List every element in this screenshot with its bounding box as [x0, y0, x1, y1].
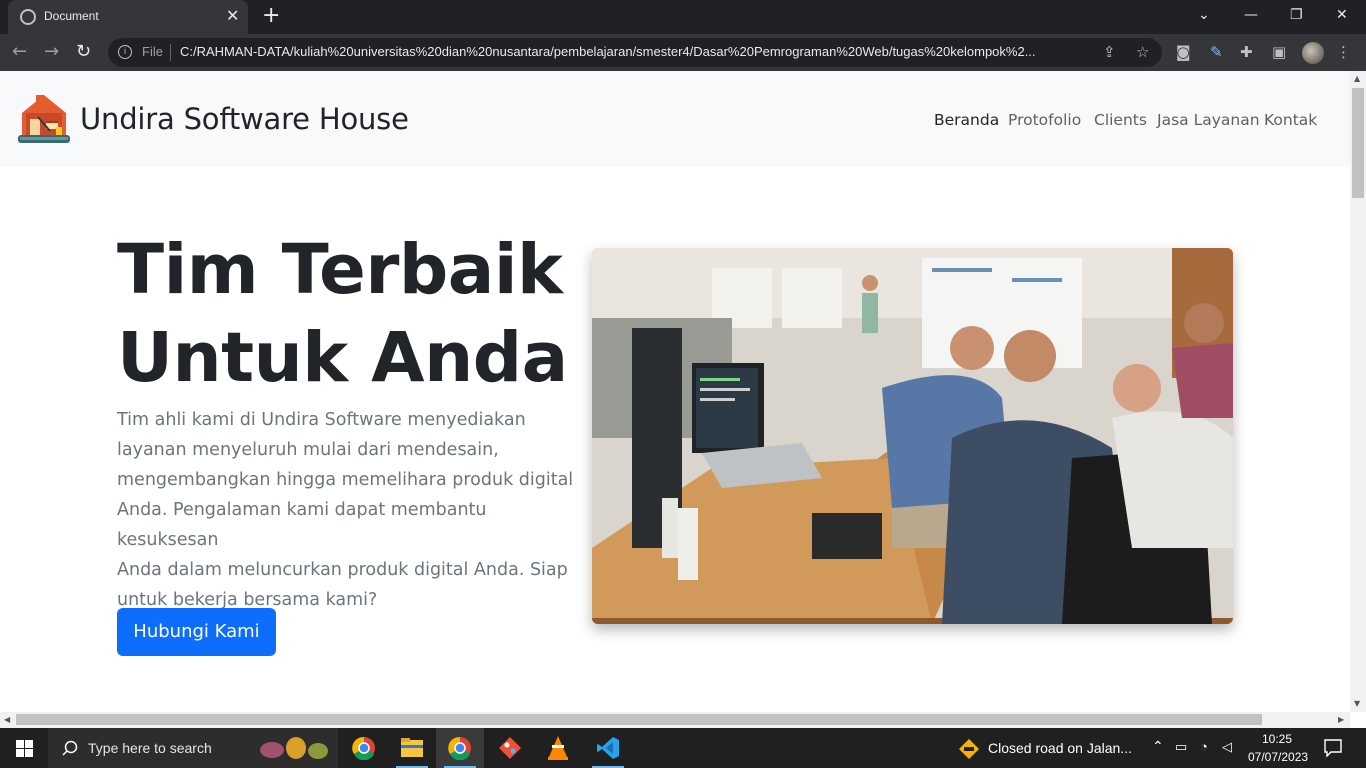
hero-text-line: Anda dalam meluncurkan produk digital An… — [117, 560, 568, 580]
nav-link-jasa-layanan[interactable]: Jasa Layanan — [1157, 111, 1260, 129]
volume-icon[interactable]: ◁ — [1222, 739, 1232, 755]
new-tab-button[interactable]: + — [262, 5, 280, 27]
tab-search-icon[interactable]: ⌄ — [1198, 6, 1210, 24]
scroll-right-icon[interactable]: ▶ — [1338, 715, 1344, 725]
camera-icon[interactable]: ◙ — [1176, 43, 1191, 61]
tab-title: Document — [44, 9, 99, 23]
search-highlight-icon — [260, 737, 328, 759]
search-icon — [62, 740, 78, 756]
avatar[interactable] — [1302, 42, 1324, 64]
vscode-icon — [597, 737, 619, 759]
taskbar-git[interactable] — [486, 728, 534, 768]
windows-taskbar: Type here to search Closed road on Jalan… — [0, 728, 1366, 768]
site-navbar: Undira Software House Beranda Protofolio… — [0, 71, 1350, 167]
star-icon[interactable]: ☆ — [1136, 43, 1149, 61]
reload-icon[interactable]: ↻ — [76, 42, 91, 62]
chrome-icon — [352, 736, 375, 760]
address-bar[interactable]: i File C:/RAHMAN-DATA/kuliah%20universit… — [108, 38, 1162, 67]
globe-icon — [20, 9, 36, 25]
search-placeholder: Type here to search — [88, 740, 212, 756]
folder-icon — [401, 738, 423, 757]
sidepanel-icon[interactable]: ▣ — [1272, 43, 1286, 61]
hero-text-line: Anda. Pengalaman kami dapat membantu kes… — [117, 500, 487, 550]
scroll-up-icon[interactable]: ▲ — [1354, 74, 1360, 84]
taskbar-vlc[interactable] — [534, 728, 582, 768]
taskbar-search-box[interactable]: Type here to search — [48, 728, 338, 768]
taskbar-vscode[interactable] — [584, 728, 632, 768]
share-icon[interactable]: ⇪ — [1103, 43, 1116, 61]
hero-title-line: Untuk Anda — [117, 318, 568, 398]
hero-office-photo — [592, 248, 1233, 624]
window-close-button[interactable]: ✕ — [1336, 6, 1348, 24]
vlc-icon — [548, 736, 568, 760]
nav-link-kontak[interactable]: Kontak — [1264, 111, 1317, 129]
windows-start-icon[interactable] — [16, 740, 33, 757]
taskbar-chrome-active[interactable] — [436, 728, 484, 768]
restore-button[interactable]: ❐ — [1290, 6, 1303, 24]
url-text[interactable]: C:/RAHMAN-DATA/kuliah%20universitas%20di… — [180, 44, 1100, 59]
hubungi-kami-button[interactable]: Hubungi Kami — [117, 608, 276, 656]
taskbar-chrome[interactable] — [340, 728, 388, 768]
browser-toolbar: ← → ↻ i File C:/RAHMAN-DATA/kuliah%20uni… — [0, 34, 1366, 71]
info-icon[interactable]: i — [118, 45, 132, 59]
browser-tab[interactable]: Document ✕ — [8, 0, 248, 34]
battery-icon[interactable]: ▭ — [1175, 739, 1187, 755]
puzzle-icon[interactable]: ✚ — [1240, 43, 1253, 61]
vertical-scrollbar-thumb[interactable] — [1352, 88, 1364, 198]
file-label: File — [142, 44, 163, 59]
traffic-warning-icon[interactable] — [958, 738, 980, 760]
chrome-icon — [448, 736, 471, 760]
house-logo-icon[interactable] — [16, 91, 72, 147]
hero-text-line: mengembangkan hingga memelihara produk d… — [117, 470, 574, 490]
news-widget-text[interactable]: Closed road on Jalan... — [988, 740, 1132, 756]
tab-close-button[interactable]: ✕ — [226, 7, 239, 25]
taskbar-file-explorer[interactable] — [388, 728, 436, 768]
minimize-button[interactable]: — — [1244, 6, 1258, 24]
nav-link-protofolio[interactable]: Protofolio — [1008, 111, 1081, 129]
nav-link-beranda[interactable]: Beranda — [934, 111, 999, 129]
scroll-down-icon[interactable]: ▼ — [1354, 699, 1360, 709]
page-viewport: Undira Software House Beranda Protofolio… — [0, 71, 1350, 712]
clock-time[interactable]: 10:25 — [1262, 732, 1292, 746]
hero-description: Tim ahli kami di Undira Software menyedi… — [117, 405, 575, 615]
site-brand[interactable]: Undira Software House — [80, 102, 409, 136]
scroll-left-icon[interactable]: ◀ — [4, 715, 10, 725]
forward-icon[interactable]: → — [44, 42, 59, 62]
hero-title: Tim Terbaik Untuk Anda — [117, 226, 577, 402]
hero-text-line: Tim ahli kami di Undira Software menyedi… — [117, 410, 526, 430]
hero-text-line: layanan menyeluruh mulai dari mendesain, — [117, 440, 499, 460]
git-icon — [499, 737, 521, 759]
chevron-up-icon[interactable]: ⌃ — [1152, 738, 1164, 755]
horizontal-scrollbar-thumb[interactable] — [16, 714, 1262, 725]
omnibox-divider — [170, 44, 171, 61]
extension-icon[interactable]: ✎ — [1210, 43, 1223, 61]
browser-tab-strip: Document ✕ + ⌄ — ❐ ✕ — [0, 0, 1366, 34]
wifi-icon[interactable]: ◔ — [1200, 739, 1208, 754]
notification-icon[interactable] — [1324, 739, 1342, 757]
back-icon[interactable]: ← — [12, 42, 27, 62]
nav-link-clients[interactable]: Clients — [1094, 111, 1147, 129]
hero-title-line: Tim Terbaik — [117, 230, 563, 310]
clock-date[interactable]: 07/07/2023 — [1248, 750, 1308, 764]
menu-icon[interactable]: ⋮ — [1336, 43, 1351, 61]
